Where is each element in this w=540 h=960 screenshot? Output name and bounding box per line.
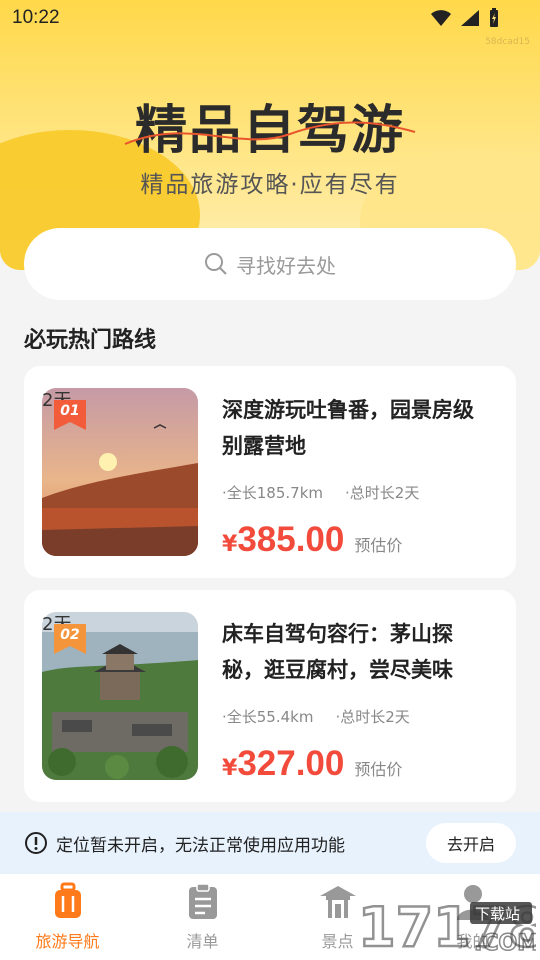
battery-icon [490,8,498,27]
route-duration: ·总时长2天 [335,708,410,726]
rank-number: 02 [60,627,80,643]
tab-label: 清单 [186,932,219,951]
route-card[interactable]: 2天 01 深度游玩吐鲁番，园景房级别露营地 ·全长185.7km ·总时长2天… [24,366,516,578]
route-price: ¥ 385.00 预估价 [222,520,402,560]
rank-badge: 02 [54,624,86,654]
suitcase-icon [55,882,81,918]
rank-badge: 01 [54,400,86,430]
status-icons [430,8,500,28]
route-meta: ·全长55.4km ·总时长2天 [222,706,410,727]
price-label: 预估价 [354,760,403,779]
route-duration: ·总时长2天 [345,484,420,502]
route-price: ¥ 327.00 预估价 [222,744,402,784]
status-bar: 10:22 [0,0,540,38]
swoosh-decoration [124,121,416,145]
wifi-icon [431,10,451,26]
section-title: 必玩热门路线 [24,328,157,353]
route-card[interactable]: 2天 02 床车自驾句容行：茅山探秘，逛豆腐村，尝尽美味 ·全长55.4km ·… [24,590,516,802]
price-currency: ¥ [222,756,238,781]
price-currency: ¥ [222,532,238,557]
price-value: 327.00 [237,744,345,783]
svg-text:.COM: .COM [474,931,536,956]
route-distance: ·全长185.7km [222,484,324,502]
tab-travel-nav[interactable]: 旅游导航 [0,874,135,960]
search-bar[interactable]: 寻找好去处 [24,228,516,300]
tab-label: 旅游导航 [35,932,100,951]
tab-checklist[interactable]: 清单 [135,874,270,960]
route-title: 深度游玩吐鲁番，园景房级别露营地 [222,398,474,458]
clipboard-icon [189,883,217,919]
hero-subtitle: 精品旅游攻略·应有尽有 [140,172,400,198]
notice-text: 定位暂未开启，无法正常使用应用功能 [56,835,345,856]
enable-location-button[interactable]: 去开启 [426,823,516,863]
watermark-logo: 17178 下载站 .COM [357,895,536,958]
status-time: 10:22 [12,7,60,28]
pavilion-icon [320,886,356,918]
search-placeholder: 寻找好去处 [236,253,336,278]
rank-number: 01 [60,403,80,419]
price-label: 预估价 [354,536,403,555]
route-distance: ·全长55.4km [222,708,314,726]
svg-text:下载站: 下载站 [475,905,520,923]
price-value: 385.00 [237,520,345,559]
location-notice: 定位暂未开启，无法正常使用应用功能 去开启 [0,812,540,874]
route-meta: ·全长185.7km ·总时长2天 [222,482,419,503]
signal-icon [461,10,479,26]
alert-icon [25,832,47,854]
route-title: 床车自驾句容行：茅山探秘，逛豆腐村，尝尽美味 [222,622,453,682]
hero-tag: 58dcad15 [485,37,530,47]
search-icon [205,253,227,275]
